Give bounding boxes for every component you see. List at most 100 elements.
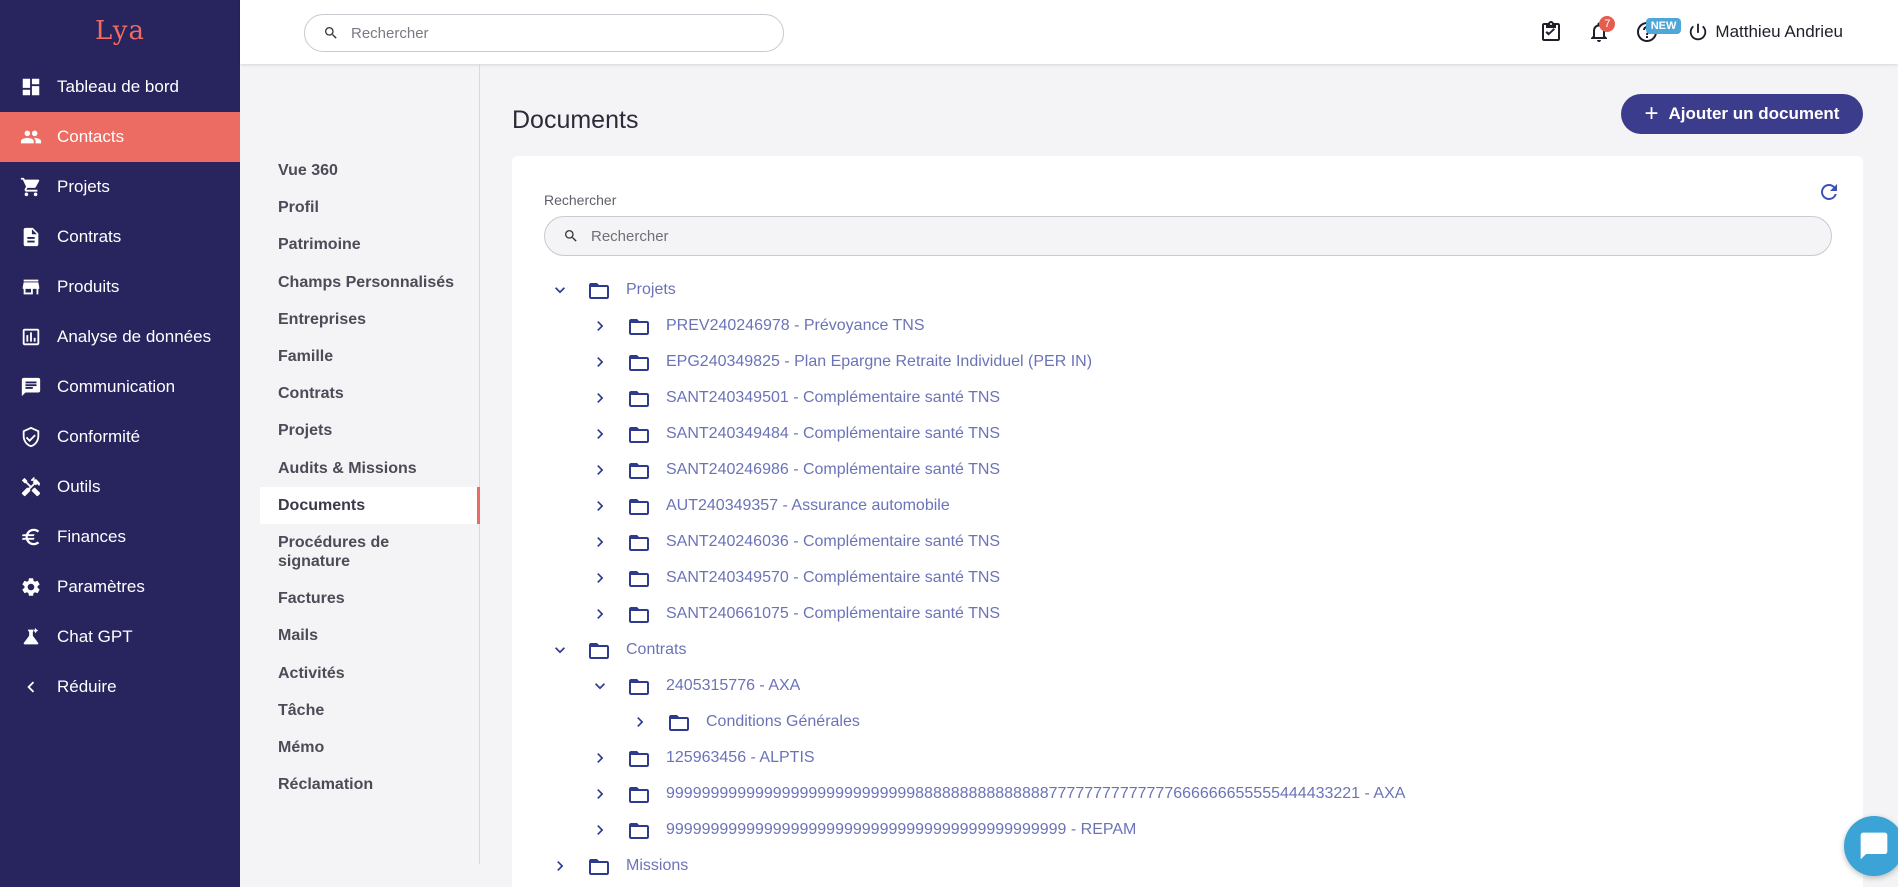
chevron-right-icon[interactable] bbox=[550, 856, 570, 876]
subnav-item-audits-missions[interactable]: Audits & Missions bbox=[260, 450, 479, 487]
subnav-item-reclamation[interactable]: Réclamation bbox=[260, 766, 479, 803]
tree-node-label[interactable]: Conditions Générales bbox=[706, 713, 860, 731]
tree-node-label[interactable]: 9999999999999999999999999999999999999999… bbox=[666, 821, 1136, 839]
chevron-right-icon[interactable] bbox=[590, 748, 610, 768]
subnav-item-documents[interactable]: Documents bbox=[260, 486, 480, 524]
sidebar-item-projets[interactable]: Projets bbox=[0, 162, 240, 212]
chevron-right-icon[interactable] bbox=[590, 352, 610, 372]
tree-node: Conditions Générales bbox=[544, 704, 1844, 740]
tree-node-label[interactable]: 125963456 - ALPTIS bbox=[666, 749, 815, 767]
subnav-item-factures[interactable]: Factures bbox=[260, 580, 479, 617]
tree-node-label[interactable]: SANT240349484 - Complémentaire santé TNS bbox=[666, 425, 1000, 443]
documents-tree: Projets PREV240246978 - Prévoyance TNS EPG… bbox=[544, 272, 1844, 884]
sidebar-item-analyse-de-donnees[interactable]: Analyse de données bbox=[0, 312, 240, 362]
subnav-item-famille[interactable]: Famille bbox=[260, 338, 479, 375]
chevron-right-icon[interactable] bbox=[590, 424, 610, 444]
tree-node-label[interactable]: SANT240246986 - Complémentaire santé TNS bbox=[666, 461, 1000, 479]
chevron-right-icon[interactable] bbox=[630, 712, 650, 732]
subnav-item-tache[interactable]: Tâche bbox=[260, 692, 479, 729]
tree-node-label[interactable]: SANT240246036 - Complémentaire santé TNS bbox=[666, 533, 1000, 551]
tree-node-label[interactable]: SANT240661075 - Complémentaire santé TNS bbox=[666, 605, 1000, 623]
documents-search-input[interactable] bbox=[591, 227, 1791, 245]
subnav-item-procedures-de-signature[interactable]: Procédures de signature bbox=[260, 524, 479, 580]
search-icon bbox=[325, 27, 337, 39]
refresh-button[interactable] bbox=[1817, 180, 1841, 204]
sidebar-item-produits[interactable]: Produits bbox=[0, 262, 240, 312]
sidebar-item-contacts[interactable]: Contacts bbox=[0, 112, 240, 162]
sidebar-item-outils[interactable]: Outils bbox=[0, 462, 240, 512]
chevron-right-icon[interactable] bbox=[590, 532, 610, 552]
tree-node: Contrats bbox=[544, 632, 1844, 668]
subnav-item-projets[interactable]: Projets bbox=[260, 412, 479, 449]
power-icon bbox=[1690, 23, 1707, 41]
subnav-item-entreprises[interactable]: Entreprises bbox=[260, 301, 479, 338]
tree-node-label[interactable]: Projets bbox=[626, 281, 676, 299]
chevron-right-icon[interactable] bbox=[590, 316, 610, 336]
tree-node-label[interactable]: SANT240349501 - Complémentaire santé TNS bbox=[666, 389, 1000, 407]
euro-icon bbox=[20, 526, 42, 548]
subnav-item-memo[interactable]: Mémo bbox=[260, 729, 479, 766]
chat-support-button[interactable] bbox=[1844, 816, 1898, 876]
subnav-item-champs-personnalises[interactable]: Champs Personnalisés bbox=[260, 264, 479, 301]
notifications-button[interactable]: 7 bbox=[1575, 8, 1623, 56]
tree-node-label[interactable]: SANT240349570 - Complémentaire santé TNS bbox=[666, 569, 1000, 587]
tree-node-label[interactable]: 9999999999999999999999999999888888888888… bbox=[666, 785, 1405, 803]
sidebar-item-finances[interactable]: Finances bbox=[0, 512, 240, 562]
topbar: 7 NEW Matthieu Andrieu bbox=[240, 0, 1898, 64]
sidebar-item-chat-gpt[interactable]: Chat GPT bbox=[0, 612, 240, 662]
shield-icon bbox=[20, 426, 42, 448]
logo[interactable]: Lya bbox=[0, 0, 240, 62]
sidebar-item-label: Conformité bbox=[57, 427, 141, 446]
folder-icon bbox=[626, 387, 652, 409]
folder-icon bbox=[626, 675, 652, 697]
subnav-item-vue-360[interactable]: Vue 360 bbox=[260, 152, 479, 189]
chevron-right-icon[interactable] bbox=[590, 820, 610, 840]
notifications-badge: 7 bbox=[1599, 16, 1616, 32]
chevron-right-icon[interactable] bbox=[590, 496, 610, 516]
sidebar-item-label: Tableau de bord bbox=[57, 77, 179, 96]
tree-node-label[interactable]: EPG240349825 - Plan Epargne Retraite Ind… bbox=[666, 353, 1092, 371]
tree-node-label[interactable]: PREV240246978 - Prévoyance TNS bbox=[666, 317, 925, 335]
sidebar-item-label: Communication bbox=[57, 377, 176, 396]
tree-node-label[interactable]: Contrats bbox=[626, 641, 686, 659]
subnav-item-mails[interactable]: Mails bbox=[260, 617, 479, 654]
subnav-item-activites[interactable]: Activités bbox=[260, 655, 479, 692]
tree-node: 9999999999999999999999999999888888888888… bbox=[544, 776, 1844, 812]
checklist-icon bbox=[1542, 21, 1561, 41]
tree-node: AUT240349357 - Assurance automobile bbox=[544, 488, 1844, 524]
sidebar-item-label: Chat GPT bbox=[57, 627, 133, 646]
sidebar-item-parametres[interactable]: Paramètres bbox=[0, 562, 240, 612]
chevron-right-icon[interactable] bbox=[590, 784, 610, 804]
sidebar-item-conformite[interactable]: Conformité bbox=[0, 412, 240, 462]
chevron-down-icon[interactable] bbox=[550, 280, 570, 300]
chevron-right-icon[interactable] bbox=[590, 388, 610, 408]
sidebar-item-label: Produits bbox=[57, 277, 120, 296]
tree-node-label[interactable]: AUT240349357 - Assurance automobile bbox=[666, 497, 950, 515]
tree-node: 9999999999999999999999999999999999999999… bbox=[544, 812, 1844, 848]
help-button[interactable]: NEW bbox=[1623, 8, 1682, 56]
tasks-button[interactable] bbox=[1527, 8, 1575, 56]
chevron-right-icon[interactable] bbox=[590, 604, 610, 624]
refresh-icon bbox=[1821, 184, 1837, 200]
sidebar-item-tableau-de-bord[interactable]: Tableau de bord bbox=[0, 62, 240, 112]
people-icon bbox=[20, 126, 42, 148]
sidebar-item-communication[interactable]: Communication bbox=[0, 362, 240, 412]
sidebar-item-label: Projets bbox=[57, 177, 110, 196]
tree-node-label[interactable]: 2405315776 - AXA bbox=[666, 677, 800, 695]
sidebar-item-contrats[interactable]: Contrats bbox=[0, 212, 240, 262]
chevron-down-icon[interactable] bbox=[590, 676, 610, 696]
tree-node-label[interactable]: Missions bbox=[626, 857, 688, 875]
user-name: Matthieu Andrieu bbox=[1715, 22, 1843, 41]
search-label: Rechercher bbox=[544, 192, 617, 208]
chevron-right-icon[interactable] bbox=[590, 568, 610, 588]
chevron-down-icon[interactable] bbox=[550, 640, 570, 660]
subnav-item-contrats[interactable]: Contrats bbox=[260, 375, 479, 412]
add-document-button[interactable]: + Ajouter un document bbox=[1621, 94, 1863, 134]
subnav-item-patrimoine[interactable]: Patrimoine bbox=[260, 226, 479, 263]
user-menu[interactable]: Matthieu Andrieu bbox=[1687, 21, 1843, 43]
chevron-right-icon[interactable] bbox=[590, 460, 610, 480]
sidebar-item-reduire[interactable]: Réduire bbox=[0, 662, 240, 712]
global-search-input[interactable] bbox=[351, 24, 751, 42]
folder-icon bbox=[626, 603, 652, 625]
subnav-item-profil[interactable]: Profil bbox=[260, 189, 479, 226]
